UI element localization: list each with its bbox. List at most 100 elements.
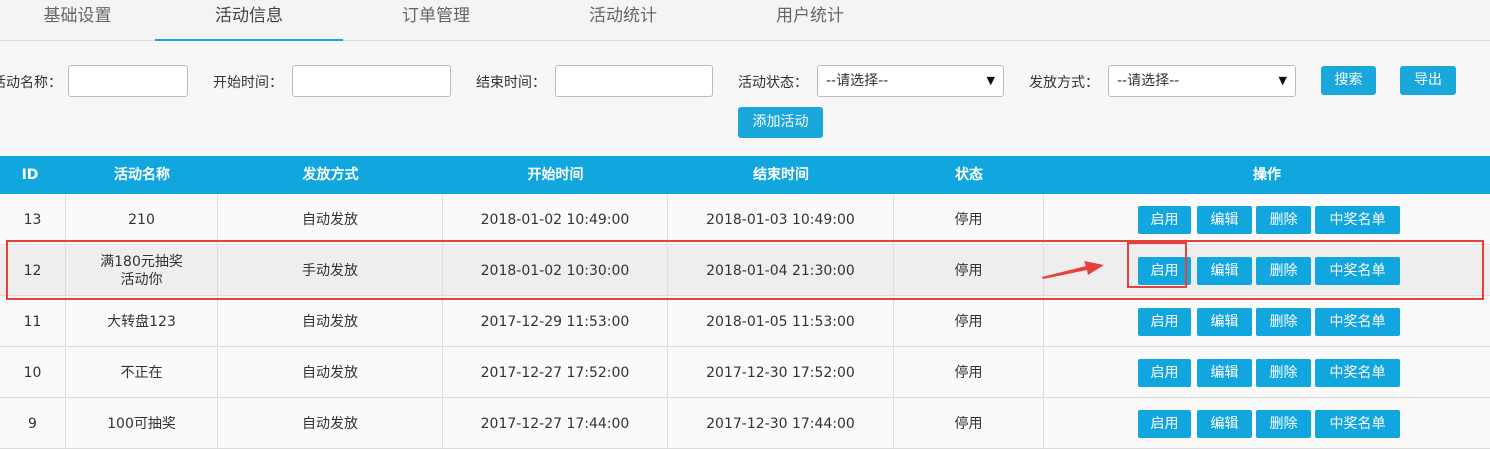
cell-status-text: 停用 [954, 263, 983, 279]
enable-button[interactable]: 启用 [1138, 359, 1191, 387]
cell-activity-name-text: 100可抽奖 [107, 416, 176, 432]
cell-start-time-text: 2018-01-02 10:30:00 [480, 263, 630, 279]
winners-list-button[interactable]: 中奖名单 [1315, 257, 1400, 285]
cell-start-time: 2017-12-29 11:53:00 [443, 297, 668, 347]
table-row: 10 不正在 自动发放 2017-12-27 17:52:00 2017-12-30 1… [0, 348, 1490, 398]
cell-start-time-text: 2018-01-02 10:49:00 [480, 212, 630, 228]
cell-id: 10 [0, 348, 66, 398]
cell-start-time-text: 2017-12-29 11:53:00 [480, 314, 630, 330]
edit-button[interactable]: 编辑 [1197, 359, 1252, 387]
activity-status-label: 活动状态： [738, 75, 808, 91]
cell-method-text: 自动发放 [302, 365, 358, 381]
tab-bar: 基础设置 活动信息 订单管理 活动统计 用户统计 [0, 0, 1490, 41]
delete-button[interactable]: 删除 [1256, 410, 1311, 438]
cell-method: 自动发放 [218, 348, 443, 398]
cell-method: 自动发放 [218, 195, 443, 245]
column-header-method: 发放方式 [302, 167, 359, 183]
table-header: ID 活动名称 发放方式 开始时间 结束时间 状态 操作 [0, 156, 1490, 194]
cell-end-time: 2018-01-05 11:53:00 [668, 297, 894, 347]
winners-list-button[interactable]: 中奖名单 [1315, 206, 1400, 234]
distribution-method-select[interactable]: --请选择-- ▼ [1108, 65, 1296, 97]
column-header-end: 结束时间 [753, 167, 809, 183]
cell-end-time: 2017-12-30 17:52:00 [668, 348, 894, 398]
cell-activity-name-text: 不正在 [120, 365, 163, 381]
column-header-id: ID [21, 167, 39, 183]
cell-activity-name: 大转盘123 [66, 297, 218, 347]
cell-id: 13 [0, 195, 66, 245]
activity-status-value: --请选择-- [826, 73, 889, 89]
start-time-input[interactable] [292, 65, 451, 97]
enable-button[interactable]: 启用 [1138, 257, 1191, 285]
cell-start-time: 2017-12-27 17:52:00 [443, 348, 668, 398]
table-row: 9 100可抽奖 自动发放 2017-12-27 17:44:00 2017-12-30… [0, 399, 1490, 449]
tab-activity-stats[interactable]: 活动统计 [529, 0, 717, 40]
enable-button[interactable]: 启用 [1138, 206, 1191, 234]
cell-end-time-text: 2017-12-30 17:52:00 [706, 365, 855, 381]
cell-start-time-text: 2017-12-27 17:52:00 [480, 365, 630, 381]
tab-order-management[interactable]: 订单管理 [343, 0, 529, 40]
cell-method: 手动发放 [218, 246, 443, 296]
cell-start-time-text: 2017-12-27 17:44:00 [480, 416, 630, 432]
enable-button[interactable]: 启用 [1138, 308, 1191, 336]
start-time-label: 开始时间： [213, 75, 283, 91]
cell-id-text: 13 [23, 212, 42, 228]
cell-activity-name-text: 满180元抽奖活动你 [100, 254, 183, 288]
distribution-method-label: 发放方式： [1029, 75, 1099, 91]
winners-list-button[interactable]: 中奖名单 [1315, 359, 1400, 387]
cell-id-text: 11 [23, 314, 42, 330]
cell-id-text: 12 [23, 263, 42, 279]
cell-status-text: 停用 [954, 416, 983, 432]
end-time-label: 结束时间： [476, 75, 546, 91]
activity-name-label: 活动名称： [0, 75, 62, 91]
cell-method: 自动发放 [218, 399, 443, 449]
edit-button[interactable]: 编辑 [1197, 410, 1252, 438]
cell-activity-name: 不正在 [66, 348, 218, 398]
add-activity-button[interactable]: 添加活动 [738, 107, 823, 138]
cell-activity-name-text: 210 [128, 212, 155, 228]
cell-end-time: 2017-12-30 17:44:00 [668, 399, 894, 449]
cell-end-time-text: 2018-01-05 11:53:00 [706, 314, 855, 330]
cell-start-time: 2018-01-02 10:49:00 [443, 195, 668, 245]
cell-method-text: 自动发放 [302, 416, 358, 432]
cell-status: 停用 [894, 297, 1044, 347]
cell-id: 11 [0, 297, 66, 347]
cell-status: 停用 [894, 195, 1044, 245]
table-row: 12 满180元抽奖活动你 手动发放 2018-01-02 10:30:00 2018-… [0, 246, 1490, 296]
cell-status-text: 停用 [954, 212, 983, 228]
edit-button[interactable]: 编辑 [1197, 206, 1252, 234]
delete-button[interactable]: 删除 [1256, 206, 1311, 234]
winners-list-button[interactable]: 中奖名单 [1315, 410, 1400, 438]
end-time-input[interactable] [555, 65, 713, 97]
cell-status: 停用 [894, 348, 1044, 398]
cell-method-text: 自动发放 [302, 314, 358, 330]
cell-id: 9 [0, 399, 66, 449]
dropdown-caret-icon: ▼ [986, 74, 995, 87]
tab-basic-settings[interactable]: 基础设置 [0, 0, 155, 40]
cell-method: 自动发放 [218, 297, 443, 347]
cell-method-text: 手动发放 [302, 263, 358, 279]
tab-activity-info[interactable]: 活动信息 [155, 0, 343, 41]
tab-user-stats[interactable]: 用户统计 [717, 0, 903, 40]
search-button[interactable]: 搜索 [1321, 66, 1376, 95]
cell-activity-name: 210 [66, 195, 218, 245]
cell-end-time: 2018-01-03 10:49:00 [668, 195, 894, 245]
edit-button[interactable]: 编辑 [1197, 308, 1252, 336]
column-header-name: 活动名称 [114, 167, 170, 183]
column-header-actions: 操作 [1253, 167, 1281, 183]
delete-button[interactable]: 删除 [1256, 308, 1311, 336]
cell-id: 12 [0, 246, 66, 296]
export-button[interactable]: 导出 [1400, 66, 1456, 95]
enable-button[interactable]: 启用 [1138, 410, 1191, 438]
activity-name-input[interactable] [68, 65, 188, 97]
delete-button[interactable]: 删除 [1256, 257, 1311, 285]
cell-status: 停用 [894, 399, 1044, 449]
edit-button[interactable]: 编辑 [1197, 257, 1252, 285]
activity-status-select[interactable]: --请选择-- ▼ [817, 65, 1004, 97]
delete-button[interactable]: 删除 [1256, 359, 1311, 387]
cell-end-time-text: 2018-01-03 10:49:00 [706, 212, 855, 228]
cell-end-time: 2018-01-04 21:30:00 [668, 246, 894, 296]
table-row: 13 210 自动发放 2018-01-02 10:49:00 2018-01-03 1… [0, 195, 1490, 245]
table-row: 11 大转盘123 自动发放 2017-12-29 11:53:00 2018-01-0… [0, 297, 1490, 347]
winners-list-button[interactable]: 中奖名单 [1315, 308, 1400, 336]
cell-activity-name: 满180元抽奖活动你 [66, 246, 218, 296]
